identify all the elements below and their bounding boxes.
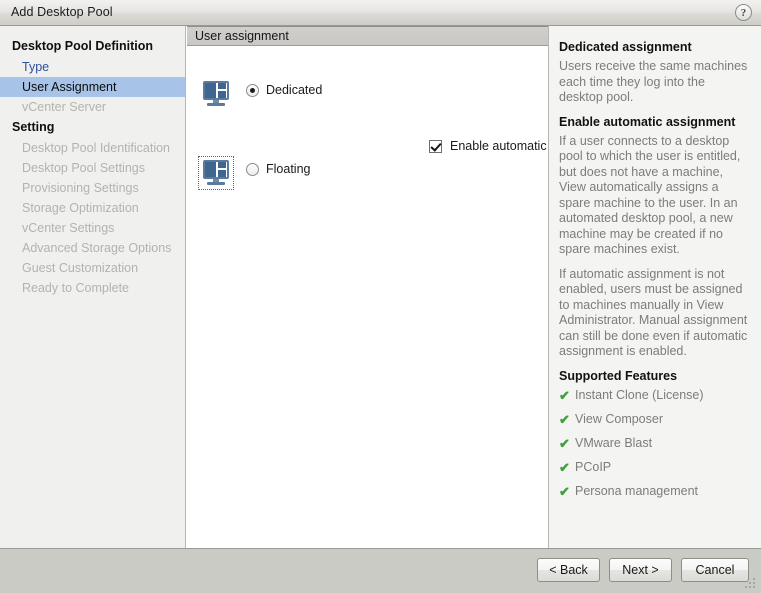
user-assignment-panel: User assignment Dedicated Enable automat…: [187, 26, 614, 548]
resize-grip-icon[interactable]: [745, 578, 757, 590]
check-icon: ✔: [559, 387, 570, 403]
back-button[interactable]: < Back: [537, 558, 600, 582]
radio-floating[interactable]: [246, 163, 259, 176]
sidebar-item-advanced-storage-options: Advanced Storage Options: [22, 241, 172, 255]
feature-label: PCoIP: [575, 459, 612, 474]
feature-label: Instant Clone (License): [575, 387, 704, 402]
dialog-footer: < Back Next > Cancel: [0, 548, 761, 593]
checkbox-enable-automatic-assignment[interactable]: [429, 140, 442, 153]
sidebar-item-vcenter-server: vCenter Server: [22, 100, 107, 114]
sidebar-group-desktop-pool-definition: Desktop Pool Definition: [12, 39, 153, 53]
feature-item: ✔ VMware Blast: [559, 436, 751, 451]
help-heading-dedicated: Dedicated assignment: [559, 40, 692, 54]
monitor-icon-floating: [198, 156, 234, 190]
sidebar-item-guest-customization: Guest Customization: [22, 261, 139, 275]
feature-label: VMware Blast: [575, 435, 653, 450]
option-dedicated[interactable]: Dedicated: [201, 80, 322, 108]
dialog-body: Desktop Pool Definition Type User Assign…: [0, 26, 761, 548]
window-title: Add Desktop Pool: [11, 5, 113, 19]
feature-label: View Composer: [575, 411, 664, 426]
feature-label: Persona management: [575, 483, 698, 498]
check-icon: ✔: [559, 483, 570, 499]
sidebar-item-vcenter-settings: vCenter Settings: [22, 221, 115, 235]
sidebar-item-desktop-pool-identification: Desktop Pool Identification: [22, 141, 171, 155]
help-panel: Dedicated assignment Users receive the s…: [548, 26, 761, 548]
options-area: Dedicated Enable automatic assignment Fl…: [187, 46, 614, 548]
help-paragraph-dedicated: Users receive the same machines each tim…: [559, 59, 748, 104]
check-icon: ✔: [559, 435, 570, 451]
sidebar-item-storage-optimization: Storage Optimization: [22, 201, 139, 215]
add-desktop-pool-dialog: Add Desktop Pool ? Desktop Pool Definiti…: [0, 0, 761, 593]
check-icon: ✔: [559, 411, 570, 427]
section-title: User assignment: [195, 29, 289, 43]
monitor-icon-dedicated: [201, 80, 231, 108]
sidebar-item-desktop-pool-settings: Desktop Pool Settings: [22, 161, 145, 175]
wizard-steps-sidebar: Desktop Pool Definition Type User Assign…: [0, 26, 186, 548]
sidebar-group-setting: Setting: [12, 120, 55, 134]
check-icon: ✔: [559, 459, 570, 475]
next-button[interactable]: Next >: [609, 558, 672, 582]
help-heading-enable-automatic-assignment: Enable automatic assignment: [559, 114, 736, 129]
sidebar-item-provisioning-settings: Provisioning Settings: [22, 181, 139, 195]
sidebar-item-type[interactable]: Type: [0, 57, 185, 77]
feature-item: ✔ View Composer: [559, 412, 751, 427]
sidebar-item-ready-to-complete: Ready to Complete: [22, 281, 130, 295]
help-icon[interactable]: ?: [735, 4, 752, 21]
help-paragraph-auto-1: If a user connects to a desktop pool to …: [559, 133, 741, 257]
option-floating[interactable]: Floating: [198, 156, 310, 190]
radio-dedicated[interactable]: [246, 84, 259, 97]
cancel-button[interactable]: Cancel: [681, 558, 749, 582]
sidebar-item-user-assignment[interactable]: User Assignment: [0, 77, 185, 97]
help-paragraph-auto-2: If automatic assignment is not enabled, …: [559, 266, 748, 359]
feature-item: ✔ PCoIP: [559, 460, 751, 475]
title-bar: Add Desktop Pool ?: [0, 0, 761, 26]
feature-item: ✔ Persona management: [559, 484, 751, 499]
help-heading-supported-features: Supported Features: [559, 368, 678, 383]
option-dedicated-label[interactable]: Dedicated: [266, 80, 322, 100]
option-floating-label[interactable]: Floating: [266, 159, 310, 179]
section-header: User assignment: [187, 26, 548, 46]
feature-item: ✔ Instant Clone (License): [559, 388, 751, 403]
